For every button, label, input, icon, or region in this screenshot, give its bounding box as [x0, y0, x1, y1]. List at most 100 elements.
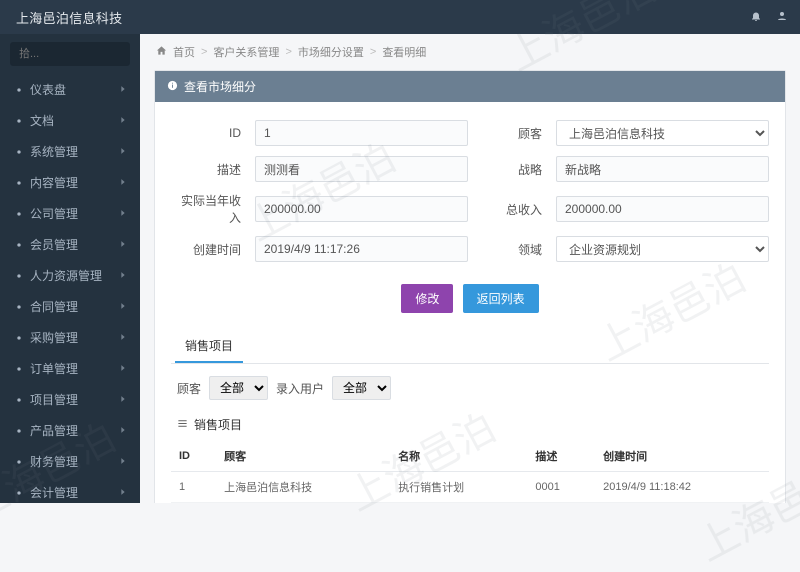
label-strategy: 战略 [482, 161, 542, 178]
table-row[interactable]: 1上海邑泊信息科技执行销售计划00012019/4/9 11:18:42 [171, 472, 769, 503]
sub-header: 销售项目 [171, 408, 769, 441]
field-desc [255, 156, 468, 182]
sidebar-item[interactable]: 产品管理 [0, 415, 140, 446]
sidebar-item-label: 内容管理 [30, 174, 78, 191]
sidebar-item-label: 财务管理 [30, 453, 78, 470]
main-content: 首页 > 客户关系管理 > 市场细分设置 > 查看明细 查看市场细分 ID 顾客… [140, 34, 800, 503]
sidebar-item[interactable]: 内容管理 [0, 167, 140, 198]
back-button[interactable]: 返回列表 [463, 284, 539, 313]
sidebar-search [0, 34, 140, 74]
sidebar-item[interactable]: 文档 [0, 105, 140, 136]
sidebar-item-label: 公司管理 [30, 205, 78, 222]
sidebar-item[interactable]: 会员管理 [0, 229, 140, 260]
table-cell: 0001 [527, 472, 595, 503]
filter-user[interactable]: 全部 [332, 376, 391, 400]
field-annual [255, 196, 468, 222]
sidebar-item[interactable]: 人力资源管理 [0, 260, 140, 291]
topbar-actions [750, 10, 800, 25]
sidebar-item-label: 会员管理 [30, 236, 78, 253]
sidebar-item-label: 文档 [30, 112, 54, 129]
crumb-sep: > [370, 46, 376, 58]
detail-panel: 查看市场细分 ID 顾客 上海邑泊信息科技 描述 战略 实际当年收入 总收入 [154, 70, 786, 503]
sidebar-item[interactable]: 采购管理 [0, 322, 140, 353]
filter-user-label: 录入用户 [276, 380, 324, 397]
col-header[interactable]: ID [171, 441, 216, 472]
label-domain: 领域 [482, 241, 542, 258]
brand-text: 上海邑泊信息科技 [0, 8, 138, 27]
list-icon [177, 418, 188, 432]
sidebar-item-label: 会计管理 [30, 484, 78, 501]
notifications-icon[interactable] [750, 10, 762, 25]
label-id: ID [171, 126, 241, 140]
table-cell: 上海邑泊信息科技 [216, 472, 390, 503]
col-header[interactable]: 创建时间 [595, 441, 769, 472]
chevron-right-icon [118, 176, 128, 190]
field-customer[interactable]: 上海邑泊信息科技 [556, 120, 769, 146]
sidebar-item[interactable]: 公司管理 [0, 198, 140, 229]
sidebar: 仪表盘文档系统管理内容管理公司管理会员管理人力资源管理合同管理采购管理订单管理项… [0, 34, 140, 503]
label-annual: 实际当年收入 [171, 192, 241, 226]
info-icon [167, 80, 178, 94]
crumb-a[interactable]: 客户关系管理 [213, 44, 279, 60]
crumb-sep: > [201, 46, 207, 58]
chevron-right-icon [118, 331, 128, 345]
sidebar-item-label: 订单管理 [30, 360, 78, 377]
label-created: 创建时间 [171, 241, 241, 258]
filter-customer-label: 顾客 [177, 380, 201, 397]
sidebar-item[interactable]: 订单管理 [0, 353, 140, 384]
chevron-right-icon [118, 145, 128, 159]
search-input[interactable] [10, 42, 130, 66]
sidebar-item[interactable]: 合同管理 [0, 291, 140, 322]
tab-sales-project[interactable]: 销售项目 [175, 331, 243, 363]
col-header[interactable]: 描述 [527, 441, 595, 472]
col-header[interactable]: 顾客 [216, 441, 390, 472]
chevron-right-icon [118, 393, 128, 407]
sub-title: 销售项目 [194, 416, 242, 433]
sidebar-item-label: 项目管理 [30, 391, 78, 408]
crumb-sep: > [285, 46, 291, 58]
sidebar-item[interactable]: 会计管理 [0, 477, 140, 503]
detail-form: ID 顾客 上海邑泊信息科技 描述 战略 实际当年收入 总收入 创建时间 领域 … [171, 120, 769, 262]
sidebar-item[interactable]: 项目管理 [0, 384, 140, 415]
chevron-right-icon [118, 424, 128, 438]
home-icon[interactable] [156, 45, 167, 59]
field-total [556, 196, 769, 222]
label-total: 总收入 [482, 201, 542, 218]
topbar: 上海邑泊信息科技 [0, 0, 800, 34]
sidebar-item-label: 系统管理 [30, 143, 78, 160]
filter-row: 顾客 全部 录入用户 全部 [171, 376, 769, 408]
label-desc: 描述 [171, 161, 241, 178]
panel-header: 查看市场细分 [155, 71, 785, 102]
chevron-right-icon [118, 455, 128, 469]
sidebar-item[interactable]: 系统管理 [0, 136, 140, 167]
chevron-right-icon [118, 269, 128, 283]
sidebar-item-label: 合同管理 [30, 298, 78, 315]
sidebar-item[interactable]: 财务管理 [0, 446, 140, 477]
tab-strip: 销售项目 [171, 331, 769, 364]
sidebar-item-label: 产品管理 [30, 422, 78, 439]
chevron-right-icon [118, 207, 128, 221]
breadcrumb: 首页 > 客户关系管理 > 市场细分设置 > 查看明细 [140, 34, 800, 70]
crumb-c: 查看明细 [382, 44, 426, 60]
chevron-right-icon [118, 114, 128, 128]
label-customer: 顾客 [482, 125, 542, 142]
user-icon[interactable] [776, 10, 788, 25]
col-header[interactable]: 名称 [390, 441, 527, 472]
crumb-b[interactable]: 市场细分设置 [298, 44, 364, 60]
edit-button[interactable]: 修改 [401, 284, 453, 313]
filter-customer[interactable]: 全部 [209, 376, 268, 400]
field-domain[interactable]: 企业资源规划 [556, 236, 769, 262]
table-cell: 执行销售计划 [390, 472, 527, 503]
field-created [255, 236, 468, 262]
sidebar-item[interactable]: 仪表盘 [0, 74, 140, 105]
chevron-right-icon [118, 300, 128, 314]
crumb-home[interactable]: 首页 [173, 44, 195, 60]
field-strategy [556, 156, 769, 182]
sidebar-item-label: 采购管理 [30, 329, 78, 346]
chevron-right-icon [118, 486, 128, 500]
sales-table: ID顾客名称描述创建时间 1上海邑泊信息科技执行销售计划00012019/4/9… [171, 441, 769, 503]
sidebar-item-label: 仪表盘 [30, 81, 66, 98]
table-cell: 2019/4/9 11:18:42 [595, 472, 769, 503]
panel-title: 查看市场细分 [184, 78, 256, 95]
chevron-right-icon [118, 238, 128, 252]
